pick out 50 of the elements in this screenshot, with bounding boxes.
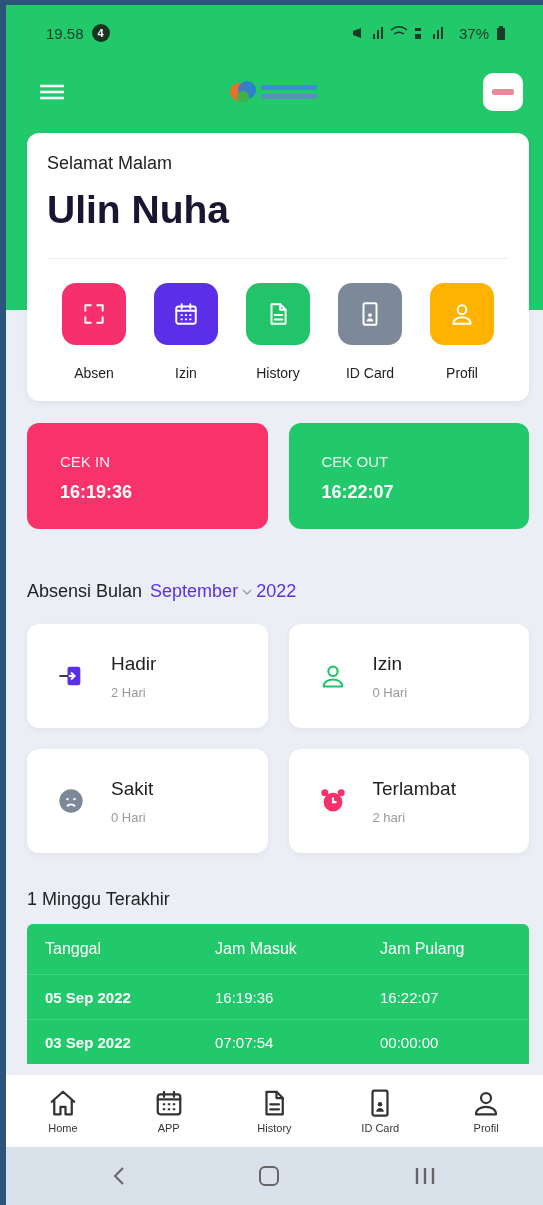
check-label: CEK IN [60,453,111,470]
stat-value: 2 Hari [111,684,147,700]
sad-face-icon [57,787,85,815]
menu-shortcut[interactable]: History [245,283,311,381]
column-header: Tanggal [45,940,103,958]
table-cell-text: 05 Sep 2022 [45,988,132,1006]
person-icon [449,301,475,327]
column-header: Jam Pulang [380,940,466,958]
menu-shortcut[interactable]: ID Card [337,283,403,381]
scan-icon [81,301,107,327]
greeting-text: Selamat Malam [47,153,174,174]
stat-value: 0 Hari [111,809,147,825]
nav-tab[interactable]: History [239,1088,310,1134]
table-cell-text: 07:07:54 [215,1033,275,1051]
user-name: Ulin Nuha [47,188,231,232]
square-icon [258,1165,281,1187]
nav-tab[interactable]: APP [133,1088,204,1134]
nav-tab[interactable]: ID Card [345,1088,416,1134]
recents-icon [414,1167,437,1185]
clock-time: 19.58 [46,24,84,42]
check-time: 16:19:36 [60,482,134,503]
table-cell-text: 03 Sep 2022 [45,1033,132,1051]
nav-tab[interactable]: Home [27,1088,98,1134]
battery-percent: 37% [458,24,489,42]
table-cell-text: 16:19:36 [215,988,275,1006]
notification-badge: 4 [91,24,110,42]
column-header: Jam Masuk [215,940,298,958]
month-picker[interactable]: September 2022 [150,581,297,602]
menu-shortcut[interactable]: Absen [61,283,127,381]
stat-label: Terlambat [372,777,456,800]
check-time: 16:22:07 [321,482,395,503]
menu-shortcut[interactable]: Profil [429,283,495,381]
chevron-down-icon [242,587,253,596]
battery-icon [497,26,505,40]
table-cell-text: 16:22:07 [380,988,440,1006]
stat-value: 0 Hari [372,684,408,700]
back-icon [112,1166,125,1186]
stat-value: 2 hari [372,809,407,825]
avatar-button[interactable] [483,73,523,111]
calendar-icon [173,301,199,327]
check-label: CEK OUT [321,453,390,470]
section-title: Absensi Bulan [27,581,143,602]
stat-label: Hadir [111,652,157,675]
menu-icon [38,83,66,101]
nav-tab[interactable]: Profil [451,1088,522,1134]
stat-label: Izin [372,652,404,675]
section-title: 1 Minggu Terakhir [27,889,171,910]
table-cell-text: 00:00:00 [380,1033,440,1051]
stat-label: Sakit [111,777,154,800]
menu-shortcut[interactable]: Izin [153,283,219,381]
